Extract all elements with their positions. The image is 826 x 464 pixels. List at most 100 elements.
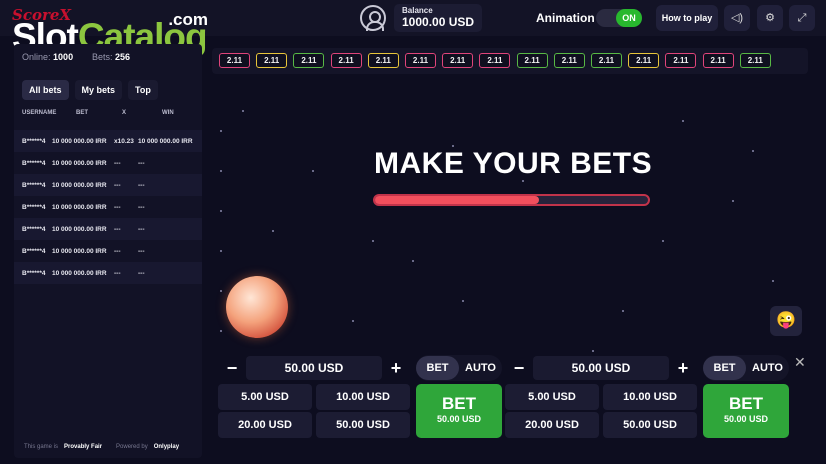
row-bet: 10 000 000.00 IRR <box>52 203 107 211</box>
increase-button[interactable]: + <box>669 358 697 379</box>
row-bet: 10 000 000.00 IRR <box>52 181 107 189</box>
powered-by-label: Powered by <box>116 444 148 450</box>
row-username: B******4 <box>22 269 46 277</box>
row-x: --- <box>114 225 121 233</box>
multiplier-chip: 2.11 <box>591 53 622 68</box>
quick-amount-button[interactable]: 10.00 USD <box>603 384 697 410</box>
quick-amount-button[interactable]: 20.00 USD <box>218 412 312 438</box>
star-dot <box>220 210 222 212</box>
place-bet-button[interactable]: BET 50.00 USD <box>416 384 502 438</box>
bets-value: 256 <box>115 52 131 62</box>
decrease-button[interactable]: − <box>218 358 246 379</box>
round-countdown-bar <box>373 194 650 206</box>
online-value: 1000 <box>53 52 74 62</box>
fair-prefix: This game is <box>24 444 59 450</box>
bet-amount-input[interactable]: 50.00 USD <box>246 356 382 380</box>
tab-top[interactable]: Top <box>128 80 158 100</box>
bet-amount-stepper: − 50.00 USD + <box>505 354 697 382</box>
tab-my-bets[interactable]: My bets <box>74 80 123 100</box>
row-bet: 10 000 000.00 IRR <box>52 159 107 167</box>
settings-icon[interactable]: ⚙ <box>757 5 783 31</box>
star-dot <box>220 250 222 252</box>
round-countdown-fill <box>375 196 539 204</box>
bet-button-label: BET <box>729 394 763 413</box>
row-username: B******4 <box>22 137 46 145</box>
bet-amount-input[interactable]: 50.00 USD <box>533 356 669 380</box>
row-win: --- <box>138 247 145 255</box>
multiplier-chip: 2.11 <box>330 53 362 68</box>
row-username: B******4 <box>22 225 46 233</box>
bet-button-amount: 50.00 USD <box>436 414 482 424</box>
row-win: --- <box>138 203 145 211</box>
star-dot <box>352 320 354 322</box>
bets-sidebar: Online: 1000 Bets: 256 All bets My bets … <box>14 44 202 458</box>
increase-button[interactable]: + <box>382 358 410 379</box>
place-bet-button[interactable]: BET 50.00 USD <box>703 384 789 438</box>
quick-amount-button[interactable]: 5.00 USD <box>218 384 312 410</box>
balance-area: Balance 1000.00 USD <box>360 4 483 32</box>
bets-tabs: All bets My bets Top <box>22 80 158 100</box>
decrease-button[interactable]: − <box>505 358 533 379</box>
animation-toggle-state: ON <box>616 9 642 27</box>
multiplier-chip: 2.11 <box>665 53 697 68</box>
mode-bet-tab[interactable]: BET <box>703 356 746 380</box>
balance-value: 1000.00 USD <box>402 15 475 29</box>
provably-fair-link[interactable]: Provably Fair <box>64 444 102 450</box>
multiplier-chip: 2.11 <box>479 53 511 68</box>
bet-panel-1: − 50.00 USD + BET AUTO 5.00 USD 10.00 US… <box>218 350 504 442</box>
multiplier-chip: 2.11 <box>702 53 734 68</box>
emoji-button[interactable]: 😜 <box>770 306 802 336</box>
star-dot <box>752 150 754 152</box>
row-bet: 10 000 000.00 IRR <box>52 247 107 255</box>
star-dot <box>732 200 734 202</box>
row-x: --- <box>114 247 121 255</box>
quick-amount-button[interactable]: 5.00 USD <box>505 384 599 410</box>
row-x: x10.23 <box>114 137 134 145</box>
mode-auto-tab[interactable]: AUTO <box>459 356 502 380</box>
col-x: X <box>122 110 127 116</box>
quick-amount-button[interactable]: 50.00 USD <box>603 412 697 438</box>
multiplier-chip: 2.11 <box>293 53 325 68</box>
multiplier-chip: 2.11 <box>219 53 250 68</box>
bets-count: Bets: 256 <box>92 52 130 62</box>
multiplier-chip: 2.11 <box>516 53 548 68</box>
star-dot <box>220 130 222 132</box>
sound-icon[interactable]: ◁) <box>724 5 750 31</box>
round-status-title: MAKE YOUR BETS <box>374 147 653 180</box>
star-dot <box>622 310 624 312</box>
star-dot <box>772 280 774 282</box>
star-dot <box>462 300 464 302</box>
balance-label: Balance <box>402 6 433 15</box>
row-x: --- <box>114 203 121 211</box>
mode-auto-tab[interactable]: AUTO <box>746 356 789 380</box>
star-dot <box>272 230 274 232</box>
row-win: 10 000 000.00 IRR <box>138 137 193 145</box>
bet-mode-switch: BET AUTO <box>703 355 789 381</box>
game-canvas <box>212 80 808 352</box>
mode-bet-tab[interactable]: BET <box>416 356 459 380</box>
close-panel-icon[interactable]: ✕ <box>794 354 806 371</box>
bets-label: Bets: <box>92 52 113 62</box>
multiplier-chip: 2.11 <box>553 53 585 68</box>
sidebar-footer: This game is Provably Fair Powered by On… <box>24 444 179 450</box>
quick-amount-button[interactable]: 50.00 USD <box>316 412 410 438</box>
how-to-play-button[interactable]: How to play <box>656 5 718 31</box>
tab-all-bets[interactable]: All bets <box>22 80 69 100</box>
col-win: WIN <box>162 110 174 116</box>
table-row: B******4 10 000 000.00 IRR --- --- <box>14 240 202 262</box>
fullscreen-icon[interactable]: ⤢ <box>789 5 815 31</box>
row-win: --- <box>138 225 145 233</box>
animation-toggle[interactable]: ON <box>596 9 642 27</box>
star-dot <box>220 290 222 292</box>
onlyplay-logo: Onlyplay <box>153 444 180 450</box>
quick-amount-button[interactable]: 20.00 USD <box>505 412 599 438</box>
star-dot <box>662 240 664 242</box>
star-dot <box>372 240 374 242</box>
row-bet: 10 000 000.00 IRR <box>52 225 107 233</box>
bet-panel-2: − 50.00 USD + BET AUTO 5.00 USD 10.00 US… <box>505 350 791 442</box>
multiplier-chip: 2.11 <box>367 53 399 68</box>
user-icon[interactable] <box>360 5 386 31</box>
row-x: --- <box>114 181 121 189</box>
row-username: B******4 <box>22 247 46 255</box>
quick-amount-button[interactable]: 10.00 USD <box>316 384 410 410</box>
